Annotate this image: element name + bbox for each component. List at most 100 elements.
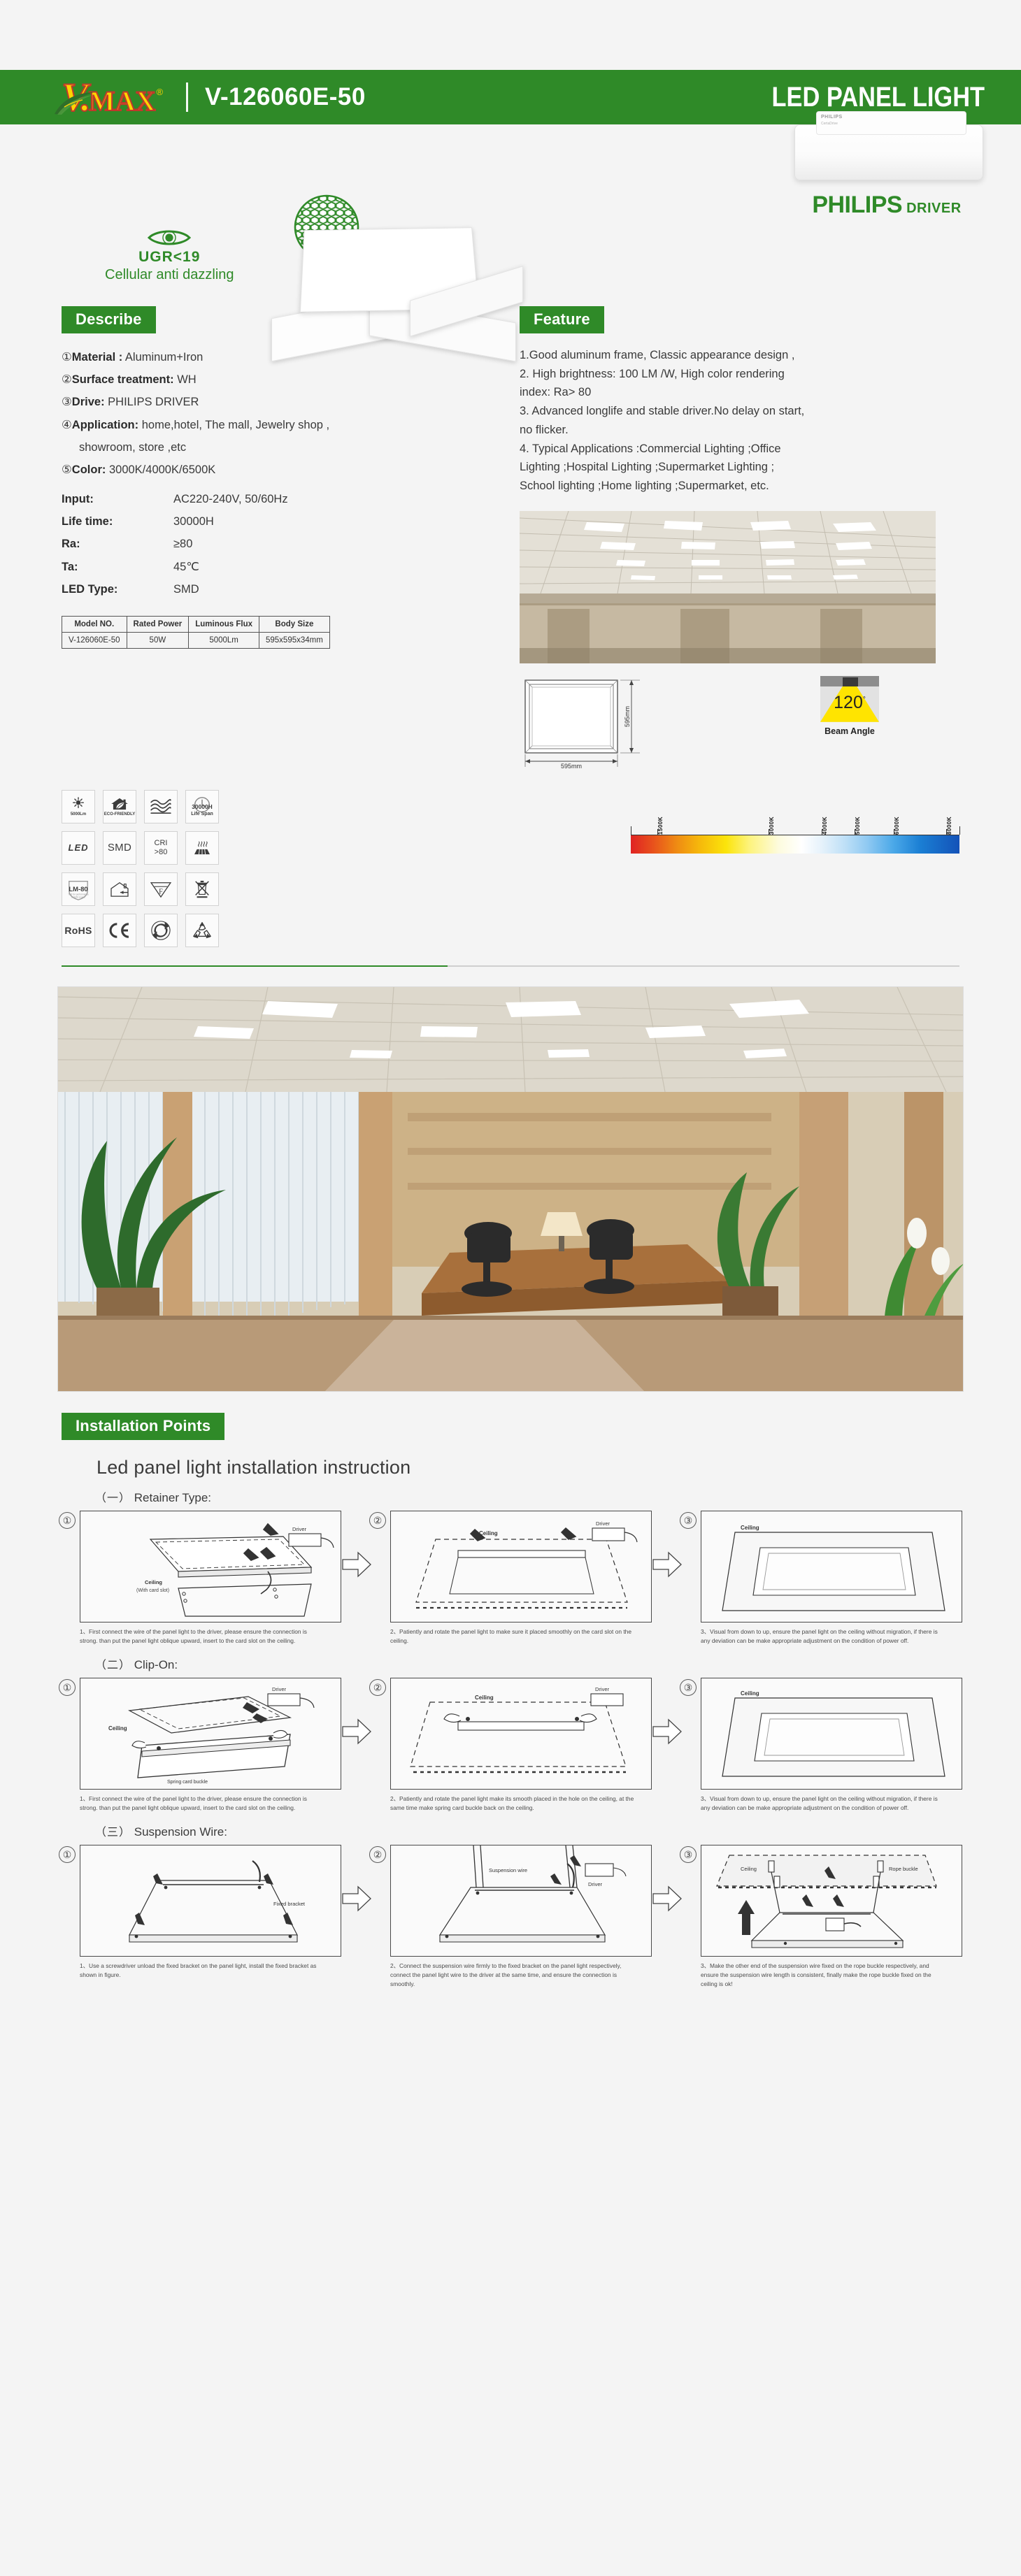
spring-buckle-label: Spring card buckle	[167, 1780, 208, 1785]
right-arrow-icon	[342, 1718, 371, 1745]
parameter-row: Ra: ≥80	[62, 533, 471, 555]
install-type-number: （一）	[95, 1492, 131, 1504]
right-arrow-icon	[652, 1885, 682, 1912]
application-photo-section	[0, 967, 1021, 1392]
describe-list: ①Material : Aluminum+Iron ②Surface treat…	[62, 346, 471, 481]
table-cell: 5000Lm	[188, 631, 259, 649]
install-step: ② Ceiling Driver 2、Patiently and rotate …	[369, 1510, 652, 1646]
philips-driver-image: PHILIPS CertaDrive PHILIPS DRIVER	[782, 111, 992, 219]
cct-gradient-bar	[631, 828, 959, 854]
feature-list: 1.Good aluminum frame, Classic appearanc…	[520, 346, 936, 496]
install-type-number: （三）	[95, 1826, 131, 1839]
cct-tick: 8000K	[946, 816, 953, 835]
eye-icon	[148, 230, 192, 245]
step-caption: 1、First connect the wire of the panel li…	[80, 1794, 307, 1811]
install-type-retainer: （一） Retainer Type: ① Ceiling (With card …	[59, 1488, 962, 1646]
lm80-label: LM-80	[69, 886, 87, 893]
table-row: V-126060E-50 50W 5000Lm 595x595x34mm	[62, 631, 330, 649]
feature-line: Lighting ;Hospital Lighting ;Supermarket…	[520, 461, 775, 474]
item-label: Drive:	[71, 396, 105, 409]
philips-driver-caption: PHILIPS DRIVER	[782, 192, 992, 219]
suspension-step3-diagram: Ceiling Rope buckle	[716, 1855, 937, 1948]
led-label: LED	[68, 842, 89, 854]
flow-arrow	[341, 1678, 372, 1745]
install-type-name: Retainer Type:	[134, 1490, 212, 1504]
flow-arrow	[652, 1511, 683, 1578]
installation-section: Installation Points Led panel light inst…	[0, 1392, 1021, 2017]
item-number: ⑤	[62, 463, 72, 476]
item-label: Surface treatment:	[71, 373, 174, 387]
install-type-suspension: （三） Suspension Wire: ① Fixed bracket 1、U…	[59, 1822, 962, 1989]
parameter-row: Input: AC220-240V, 50/60Hz	[62, 488, 471, 510]
item-label: Application:	[71, 418, 139, 431]
cri-value: >80	[154, 847, 168, 856]
f-letter: F	[159, 888, 163, 895]
driver-chip-sub: CertaDrive	[821, 121, 838, 126]
specs-section: Describe ①Material : Aluminum+Iron ②Surf…	[0, 306, 1021, 772]
install-steps-row: ①	[59, 1510, 962, 1646]
lifespan-label: Life Span	[191, 812, 213, 816]
step-diagram: Ceiling Rope buckle	[701, 1844, 962, 1957]
beam-angle-value: 120°	[834, 692, 866, 712]
right-arrow-icon	[652, 1718, 682, 1745]
item-number: ②	[62, 373, 72, 387]
flow-arrow	[341, 1511, 372, 1578]
list-item: ⑤Color: 3000K/4000K/6500K	[62, 459, 471, 481]
suspension-step2-diagram: Suspension wire Driver	[438, 1845, 627, 1943]
feature-line: index: Ra> 80	[520, 386, 592, 399]
life-span-icon: 30000H Life Span	[185, 789, 219, 823]
step-caption: 2、Connect the suspension wire firmly to …	[390, 1962, 622, 1987]
table-header-row: Model NO. Rated Power Luminous Flux Body…	[62, 615, 330, 633]
dim-width-text: 595mm	[561, 763, 582, 768]
lm80-icon: LM-80 Test for performance of light sour…	[62, 872, 95, 906]
dim-height-text: 595mm	[624, 706, 631, 727]
step-number: ③	[680, 1511, 697, 1529]
parameter-value: 45℃	[173, 560, 199, 573]
heat-dissipation-icon	[185, 830, 219, 865]
ugr-caption: Cellular anti dazzling	[105, 267, 234, 282]
install-step: ①	[59, 1510, 341, 1646]
install-step: ③ Ceiling 3、Visual from down to up, ensu…	[680, 1510, 962, 1646]
right-arrow-icon	[342, 1885, 371, 1912]
f-diamond-icon: F	[150, 882, 172, 898]
office-interior-illustration	[58, 986, 963, 1391]
smd-label: SMD	[107, 842, 132, 854]
hero-section: UGR<19 Cellular anti dazzling PHILIPS Ce…	[0, 111, 1021, 362]
rohs-label: RoHS	[64, 924, 92, 936]
clipon-step3-diagram: Ceiling	[722, 1690, 945, 1777]
item-value-line2: showroom, store ,etc	[79, 440, 187, 454]
install-step: ①	[59, 1844, 341, 1980]
install-step: ① Ceiling Spring card buckle Driver 1、Fi…	[59, 1677, 341, 1813]
table-header-cell: Model NO.	[62, 615, 127, 633]
ceiling-sub-label: (With card slot)	[136, 1588, 169, 1593]
item-value: Aluminum+Iron	[124, 351, 204, 364]
philips-brand-text: PHILIPS	[812, 192, 903, 218]
step-number: ③	[680, 1678, 697, 1696]
certification-icon-grid: 5000Lm ECO-FRIENDLY 30000H Life Span LED…	[62, 789, 219, 947]
house-arrow-icon	[110, 882, 129, 897]
install-step: ② Suspension wire Driver 2、Connect the s…	[369, 1844, 652, 1989]
step-diagram: Ceiling Driver	[390, 1510, 652, 1622]
fixed-bracket-label: Fixed bracket	[273, 1901, 306, 1907]
parameter-value: ≥80	[173, 538, 193, 551]
color-temperature-scale: 1500K 3000K 4000K 5000K 6000K 8000K	[631, 790, 960, 947]
right-arrow-icon	[652, 1551, 682, 1578]
step-caption: 1、First connect the wire of the panel li…	[80, 1627, 307, 1644]
office-interior-photo	[57, 986, 964, 1392]
clipon-step1-diagram: Ceiling Spring card buckle Driver	[108, 1686, 315, 1785]
panel-dimension-svg: 595mm 595mm	[524, 679, 640, 770]
feature-column: Feature 1.Good aluminum frame, Classic a…	[520, 306, 936, 772]
driver-body: PHILIPS CertaDrive	[794, 111, 983, 180]
list-item: ③Drive: PHILIPS DRIVER	[62, 391, 471, 413]
step-diagram: Fixed bracket	[80, 1844, 341, 1957]
driver-chip-brand: PHILIPS	[821, 115, 843, 120]
item-value: WH	[177, 373, 197, 387]
ce-icon	[103, 913, 136, 947]
step-diagram: Ceiling Driver	[390, 1677, 652, 1790]
beam-angle-icon: 120°	[820, 675, 879, 722]
driver-label: Driver	[596, 1520, 611, 1527]
brightness-icon: 5000Lm	[62, 789, 95, 823]
list-item: ②Surface treatment: WH	[62, 368, 471, 391]
retainer-step2-diagram: Ceiling Driver	[415, 1520, 638, 1609]
product-datasheet-page: V. MAX ® V-126060E-50 LED PANEL LIGHT UG…	[0, 0, 1021, 2017]
